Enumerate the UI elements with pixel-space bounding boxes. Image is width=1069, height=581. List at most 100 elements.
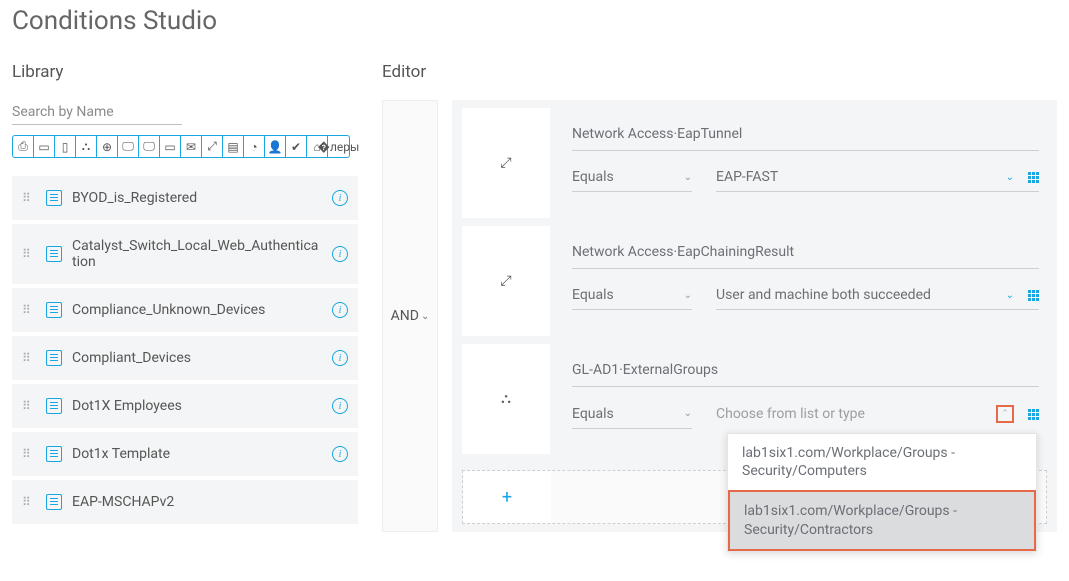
library-list: ⠿ BYOD_is_Registered i ⠿ Catalyst_Switch… — [12, 176, 358, 524]
library-panel: Library ⎙ ▭ ▯ ⛬ ⊕ 🖵 🖵 ▭ ✉ ⤢ ▤ ◔ 👤 ✔ ⌂ �л… — [0, 62, 370, 532]
clock-icon[interactable]: ◔ — [244, 136, 265, 157]
rule-type-box[interactable]: ⤢ — [462, 226, 550, 336]
operator-field[interactable]: Equals ⌄ — [572, 402, 692, 429]
drag-handle-icon[interactable]: ⠿ — [22, 351, 36, 365]
list-item[interactable]: ⠿ Compliance_Unknown_Devices i — [12, 288, 358, 332]
screen-icon[interactable]: ▭ — [160, 136, 181, 157]
operator-value: Equals — [572, 169, 614, 185]
add-rule-button[interactable]: + — [463, 471, 551, 523]
rules-column: ⤢ Network Access·EapTunnel Equals ⌄ EAP-… — [452, 100, 1057, 532]
chevron-down-icon: ⌄ — [684, 408, 692, 419]
editor-panel: Editor AND ⌄ ⤢ Network Access·EapTunnel — [370, 62, 1069, 532]
globe-icon[interactable]: ⊕ — [97, 136, 118, 157]
wifi-icon[interactable]: �леры — [328, 136, 349, 157]
drag-handle-icon[interactable]: ⠿ — [22, 303, 36, 317]
dropdown-option[interactable]: lab1six1.com/Workplace/Groups - Security… — [728, 490, 1036, 550]
info-icon[interactable]: i — [332, 190, 348, 206]
list-item-label: Catalyst_Switch_Local_Web_Authentication — [72, 238, 322, 270]
collapse-toggle[interactable]: ⌃ — [996, 405, 1014, 423]
plus-icon: + — [502, 487, 512, 508]
check-icon[interactable]: ✔ — [286, 136, 307, 157]
chevron-down-icon: ⌄ — [1006, 290, 1014, 301]
desktop2-icon[interactable]: 🖵 — [139, 136, 160, 157]
group-icon[interactable]: ⛬ — [76, 136, 97, 157]
grid-icon[interactable] — [1028, 290, 1039, 301]
value-placeholder: Choose from list or type — [716, 406, 984, 422]
chevron-down-icon: ⌄ — [684, 172, 692, 183]
logical-operator-label: AND — [391, 308, 419, 324]
pin-icon[interactable]: ⎙ — [13, 136, 34, 157]
list-item-label: Compliant_Devices — [72, 350, 322, 366]
expand-icon: ⤢ — [500, 155, 511, 171]
attribute-field[interactable]: GL-AD1·ExternalGroups — [572, 358, 1039, 387]
card-icon[interactable]: ▭ — [34, 136, 55, 157]
attribute-field[interactable]: Network Access·EapChainingResult — [572, 240, 1039, 269]
list-item-label: Compliance_Unknown_Devices — [72, 302, 322, 318]
condition-icon — [46, 302, 62, 318]
list-item-label: BYOD_is_Registered — [72, 190, 322, 206]
group-icon: ⛬ — [501, 391, 511, 407]
list-item-label: Dot1X Employees — [72, 398, 322, 414]
chevron-down-icon: ⌄ — [1006, 172, 1014, 183]
library-title: Library — [12, 62, 358, 82]
desktop-icon[interactable]: 🖵 — [118, 136, 139, 157]
expand-icon: ⤢ — [500, 273, 511, 289]
list-item[interactable]: ⠿ EAP-MSCHAPv2 — [12, 480, 358, 524]
page-title: Conditions Studio — [0, 0, 1069, 36]
condition-icon — [46, 246, 62, 262]
list-item[interactable]: ⠿ Dot1x Template i — [12, 432, 358, 476]
operator-value: Equals — [572, 406, 614, 422]
rule-type-box[interactable]: ⤢ — [462, 108, 550, 218]
editor-title: Editor — [382, 62, 1057, 82]
chevron-down-icon: ⌄ — [421, 311, 429, 322]
attribute-field[interactable]: Network Access·EapTunnel — [572, 122, 1039, 151]
operator-value: Equals — [572, 287, 614, 303]
filter-icon-bar: ⎙ ▭ ▯ ⛬ ⊕ 🖵 🖵 ▭ ✉ ⤢ ▤ ◔ 👤 ✔ ⌂ �леры — [12, 135, 350, 158]
operator-field[interactable]: Equals ⌄ — [572, 165, 692, 192]
info-icon[interactable]: i — [332, 246, 348, 262]
user-icon[interactable]: 👤 — [265, 136, 286, 157]
search-input[interactable] — [12, 100, 182, 125]
chevron-up-icon: ⌃ — [1001, 409, 1009, 419]
drag-handle-icon[interactable]: ⠿ — [22, 447, 36, 461]
list-item[interactable]: ⠿ Dot1X Employees i — [12, 384, 358, 428]
operator-field[interactable]: Equals ⌄ — [572, 283, 692, 310]
chevron-down-icon: ⌄ — [684, 290, 692, 301]
rule-row: ⛬ GL-AD1·ExternalGroups Equals ⌄ Choose … — [462, 344, 1047, 454]
condition-icon — [46, 350, 62, 366]
info-icon[interactable]: i — [332, 446, 348, 462]
condition-icon — [46, 398, 62, 414]
condition-icon — [46, 190, 62, 206]
value-text: User and machine both succeeded — [716, 287, 998, 303]
drag-handle-icon[interactable]: ⠿ — [22, 495, 36, 509]
rule-type-box[interactable]: ⛬ — [462, 344, 550, 454]
list-item-label: Dot1x Template — [72, 446, 322, 462]
list-icon[interactable]: ▤ — [223, 136, 244, 157]
grid-icon[interactable] — [1028, 409, 1039, 420]
value-field[interactable]: User and machine both succeeded ⌄ — [716, 283, 1039, 310]
value-field[interactable]: EAP-FAST ⌄ — [716, 165, 1039, 192]
mail-icon[interactable]: ✉ — [181, 136, 202, 157]
info-icon[interactable]: i — [332, 302, 348, 318]
list-item[interactable]: ⠿ BYOD_is_Registered i — [12, 176, 358, 220]
drag-handle-icon[interactable]: ⠿ — [22, 247, 36, 261]
value-text: EAP-FAST — [716, 169, 998, 185]
drag-handle-icon[interactable]: ⠿ — [22, 399, 36, 413]
expand-icon[interactable]: ⤢ — [202, 136, 223, 157]
info-icon[interactable]: i — [332, 350, 348, 366]
list-item[interactable]: ⠿ Compliant_Devices i — [12, 336, 358, 380]
condition-icon — [46, 446, 62, 462]
rule-row: ⤢ Network Access·EapTunnel Equals ⌄ EAP-… — [462, 108, 1047, 218]
condition-icon — [46, 494, 62, 510]
list-item-label: EAP-MSCHAPv2 — [72, 494, 348, 510]
logical-operator-column[interactable]: AND ⌄ — [382, 100, 438, 532]
list-item[interactable]: ⠿ Catalyst_Switch_Local_Web_Authenticati… — [12, 224, 358, 284]
value-field[interactable]: Choose from list or type ⌃ — [716, 401, 1039, 429]
drag-handle-icon[interactable]: ⠿ — [22, 191, 36, 205]
grid-icon[interactable] — [1028, 172, 1039, 183]
dropdown-option[interactable]: lab1six1.com/Workplace/Groups - Security… — [728, 434, 1036, 490]
value-dropdown: lab1six1.com/Workplace/Groups - Security… — [727, 433, 1037, 552]
info-icon[interactable]: i — [332, 398, 348, 414]
rule-row: ⤢ Network Access·EapChainingResult Equal… — [462, 226, 1047, 336]
tablet-icon[interactable]: ▯ — [55, 136, 76, 157]
